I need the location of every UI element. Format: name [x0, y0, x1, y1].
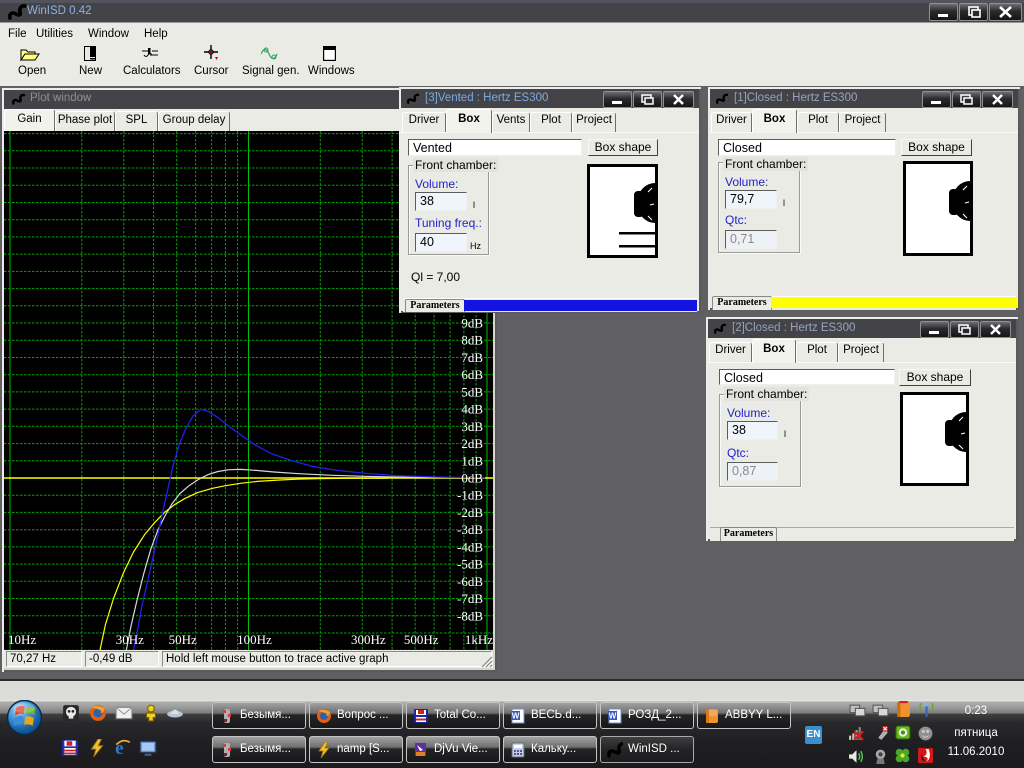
- svg-text:9dB: 9dB: [461, 316, 483, 331]
- svg-text:2dB: 2dB: [461, 436, 483, 451]
- svg-text:1dB: 1dB: [461, 453, 483, 468]
- svg-text:W: W: [512, 712, 520, 721]
- svg-text:-2dB: -2dB: [457, 505, 483, 520]
- svg-text:-1dB: -1dB: [457, 488, 483, 503]
- svg-text:300Hz: 300Hz: [351, 632, 386, 647]
- svg-text:-7dB: -7dB: [457, 591, 483, 606]
- svg-text:6dB: 6dB: [461, 367, 483, 382]
- svg-text:5dB: 5dB: [461, 384, 483, 399]
- svg-text:-3dB: -3dB: [457, 522, 483, 537]
- svg-text:500Hz: 500Hz: [404, 632, 439, 647]
- svg-text:0dB: 0dB: [461, 471, 483, 486]
- svg-text:1kHz: 1kHz: [465, 632, 493, 647]
- svg-text:4dB: 4dB: [461, 402, 483, 417]
- svg-text:8dB: 8dB: [461, 333, 483, 348]
- svg-text:3dB: 3dB: [461, 419, 483, 434]
- svg-text:100Hz: 100Hz: [237, 632, 272, 647]
- svg-text:-5dB: -5dB: [457, 557, 483, 572]
- svg-text:-6dB: -6dB: [457, 574, 483, 589]
- svg-text:7dB: 7dB: [461, 350, 483, 365]
- svg-text:10Hz: 10Hz: [8, 632, 36, 647]
- svg-text:-8dB: -8dB: [457, 608, 483, 623]
- svg-text:W: W: [609, 712, 617, 721]
- svg-text:50Hz: 50Hz: [169, 632, 197, 647]
- svg-text:30Hz: 30Hz: [116, 632, 144, 647]
- svg-text:-4dB: -4dB: [457, 539, 483, 554]
